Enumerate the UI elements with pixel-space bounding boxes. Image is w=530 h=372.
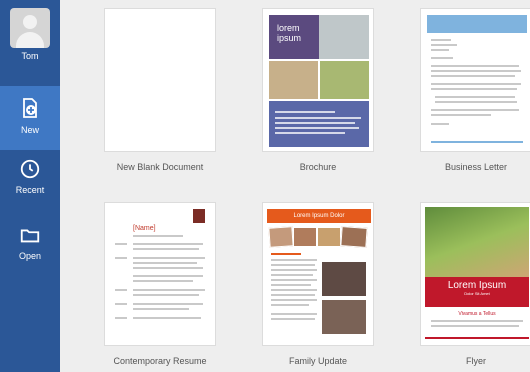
template-label: Family Update	[288, 356, 348, 366]
brochure-preview-title: lorem ipsum	[277, 23, 302, 43]
template-thumbnail: lorem ipsum	[262, 8, 374, 152]
family-preview-title: Lorem Ipsum Dolor	[267, 209, 371, 223]
clock-icon	[20, 159, 40, 179]
flyer-preview-subtitle: Dolor Sit Amet	[464, 291, 490, 296]
template-thumbnail	[104, 8, 216, 152]
folder-icon	[20, 229, 40, 243]
user-account[interactable]: Tom	[0, 8, 60, 61]
sidebar-item-label: Open	[18, 251, 42, 261]
template-gallery: New Blank Document lorem ipsum Brochure	[60, 0, 530, 372]
resume-monogram	[193, 209, 205, 223]
sidebar-item-label: New	[20, 125, 39, 135]
template-thumbnail: Lorem Ipsum Dolor Sit Amet Vivamus a Tel…	[420, 202, 530, 346]
flyer-preview-title: Lorem Ipsum	[447, 280, 507, 291]
template-label: Brochure	[299, 162, 337, 172]
template-label: Contemporary Resume	[113, 356, 207, 366]
sidebar-item-open[interactable]: Open	[0, 224, 60, 261]
sidebar: Tom New Recent Open	[0, 0, 60, 372]
template-thumbnail: Lorem Ipsum Dolor	[262, 202, 374, 346]
user-name: Tom	[21, 51, 39, 61]
sidebar-item-recent[interactable]: Recent	[0, 158, 60, 195]
resume-preview-name: [Name]	[133, 225, 156, 232]
sidebar-item-label: Recent	[15, 185, 45, 195]
flyer-preview-footer: Vivamus a Tellus	[458, 311, 496, 317]
avatar	[10, 8, 50, 48]
new-document-icon	[23, 98, 37, 118]
template-label: Flyer	[466, 356, 486, 366]
template-thumbnail	[420, 8, 530, 152]
template-label: Business Letter	[444, 162, 508, 172]
template-label: New Blank Document	[116, 162, 204, 172]
template-thumbnail: [Name]	[104, 202, 216, 346]
sidebar-item-new[interactable]: New	[0, 86, 60, 150]
